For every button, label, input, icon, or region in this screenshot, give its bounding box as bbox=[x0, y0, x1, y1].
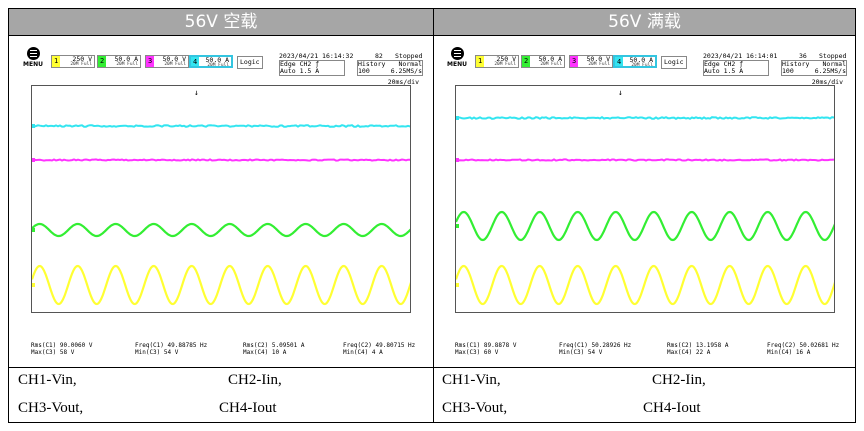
channel-3-button[interactable]: 3 50.0 V 20M Full bbox=[569, 55, 613, 68]
acquire-box[interactable]: History Normal 100 6.25MS/s bbox=[781, 60, 847, 76]
column-divider bbox=[433, 9, 434, 422]
channel-4-button[interactable]: 4 50.0 A 20M Full bbox=[189, 55, 233, 68]
channel-number: 3 bbox=[572, 58, 576, 64]
ch2-offset-marker bbox=[455, 224, 459, 228]
caption-divider bbox=[9, 367, 855, 368]
trigger-level: Auto 1.5 A bbox=[704, 68, 768, 75]
channel-bandwidth: 20M Full bbox=[70, 62, 92, 68]
measurement-rms-c2: Rms(C2) 13.1958 A Max(C4) 22 A bbox=[667, 342, 728, 356]
acquisition-count: 36 bbox=[799, 53, 807, 60]
ch3-offset-marker bbox=[31, 158, 35, 162]
ch3-vout-trace bbox=[32, 159, 411, 160]
channel-number: 1 bbox=[54, 58, 58, 64]
acquisition-count: 82 bbox=[375, 53, 383, 60]
channel-number: 1 bbox=[478, 58, 482, 64]
caption-ch1: CH1-Vin, bbox=[18, 372, 77, 389]
trigger-position-marker: ↓ bbox=[194, 88, 199, 97]
history-value: 100 bbox=[782, 67, 794, 75]
trigger-box[interactable]: Edge CH2 ƒ Auto 1.5 A bbox=[703, 60, 769, 76]
waveform-grid: ↓ bbox=[455, 85, 835, 313]
channel-bandwidth: 20M Full bbox=[540, 62, 562, 68]
measurement-freq-c2: Freq(C2) 50.02681 Hz Min(C4) 16 A bbox=[767, 342, 839, 356]
measurement-rms-c1: Rms(C1) 90.0060 V Max(C3) 58 V bbox=[31, 342, 92, 356]
ch4-iout-trace bbox=[32, 125, 411, 127]
ch1-vin-trace bbox=[456, 266, 835, 304]
menu-button[interactable]: MENU bbox=[21, 47, 45, 68]
menu-button[interactable]: MENU bbox=[445, 47, 469, 68]
caption-ch4: CH4-Iout bbox=[643, 400, 701, 417]
caption-ch4: CH4-Iout bbox=[219, 400, 277, 417]
ch1-offset-marker bbox=[31, 283, 35, 287]
sample-rate: 6.25MS/s bbox=[391, 68, 422, 75]
channel-number: 4 bbox=[617, 59, 621, 65]
ch4-offset-marker bbox=[455, 116, 459, 120]
measurement-rms-c1: Rms(C1) 89.8878 V Max(C3) 60 V bbox=[455, 342, 516, 356]
channel-number: 4 bbox=[193, 59, 197, 65]
ch2-iin-trace bbox=[32, 224, 411, 236]
channel-1-button[interactable]: 1 250 V 20M Full bbox=[51, 55, 95, 68]
trigger-level: Auto 1.5 A bbox=[280, 68, 344, 75]
acquisition-status: Stopped bbox=[819, 53, 846, 60]
logic-button[interactable]: Logic bbox=[237, 56, 263, 69]
scope-toolbar: MENU 1 250 V 20M Full 2 50.0 A 20M Full 3 50.0 V… bbox=[441, 41, 849, 77]
waveform-grid: ↓ bbox=[31, 85, 411, 313]
channel-number: 3 bbox=[148, 58, 152, 64]
trigger-box[interactable]: Edge CH2 ƒ Auto 1.5 A bbox=[279, 60, 345, 76]
caption-ch1: CH1-Vin, bbox=[442, 372, 501, 389]
ch1-vin-trace bbox=[32, 266, 411, 304]
history-value: 100 bbox=[358, 67, 370, 75]
measurement-rms-c2: Rms(C2) 5.09501 A Max(C4) 10 A bbox=[243, 342, 304, 356]
sample-rate: 6.25MS/s bbox=[815, 68, 846, 75]
menu-label: MENU bbox=[21, 61, 45, 68]
measurement-freq-c1: Freq(C1) 50.28926 Hz Min(C3) 54 V bbox=[559, 342, 631, 356]
channel-3-button[interactable]: 3 50.0 V 20M Full bbox=[145, 55, 189, 68]
channel-bandwidth: 20M Full bbox=[494, 62, 516, 68]
caption-ch2: CH2-Iin, bbox=[228, 372, 282, 389]
panel-title-no-load: 56V 空载 bbox=[9, 9, 433, 35]
scope-toolbar: MENU 1 250 V 20M Full 2 50.0 A 20M Full 3 50.0 V… bbox=[17, 41, 425, 77]
header-divider bbox=[9, 35, 855, 36]
menu-label: MENU bbox=[445, 61, 469, 68]
channel-bandwidth: 20M Full bbox=[207, 63, 229, 69]
caption-ch3: CH3-Vout, bbox=[18, 400, 83, 417]
acquisition-status: Stopped bbox=[395, 53, 422, 60]
channel-number: 2 bbox=[524, 58, 528, 64]
channel-2-button[interactable]: 2 50.0 A 20M Full bbox=[97, 55, 141, 68]
measurement-freq-c2: Freq(C2) 49.80715 Hz Min(C4) 4 A bbox=[343, 342, 415, 356]
ch4-offset-marker bbox=[31, 124, 35, 128]
channel-number: 2 bbox=[100, 58, 104, 64]
caption-ch2: CH2-Iin, bbox=[652, 372, 706, 389]
channel-bandwidth: 20M Full bbox=[631, 63, 653, 69]
channel-4-button[interactable]: 4 50.0 A 20M Full bbox=[613, 55, 657, 68]
panel-title-full-load: 56V 满载 bbox=[434, 9, 855, 35]
channel-bandwidth: 20M Full bbox=[116, 62, 138, 68]
channel-bandwidth: 20M Full bbox=[164, 62, 186, 68]
caption-ch3: CH3-Vout, bbox=[442, 400, 507, 417]
channel-1-button[interactable]: 1 250 V 20M Full bbox=[475, 55, 519, 68]
menu-icon bbox=[27, 47, 40, 60]
comparison-table: 56V 空载 56V 满载 MENU 1 250 V 20M Full 2 50.0 A2… bbox=[8, 8, 856, 423]
ch1-offset-marker bbox=[455, 283, 459, 287]
channel-2-button[interactable]: 2 50.0 A 20M Full bbox=[521, 55, 565, 68]
ch3-offset-marker bbox=[455, 158, 459, 162]
trigger-position-marker: ↓ bbox=[618, 88, 623, 97]
oscilloscope-screen-full-load: MENU 1 250 V 20M Full 2 50.0 A 20M Full 3 50.0 V… bbox=[441, 41, 849, 363]
ch2-iin-trace bbox=[456, 212, 835, 240]
logic-button[interactable]: Logic bbox=[661, 56, 687, 69]
acquire-box[interactable]: History Normal 100 6.25MS/s bbox=[357, 60, 423, 76]
oscilloscope-screen-no-load: MENU 1 250 V 20M Full 2 50.0 A 20M Full 3 50.0 V… bbox=[17, 41, 425, 363]
channel-bandwidth: 20M Full bbox=[588, 62, 610, 68]
ch4-iout-trace bbox=[456, 117, 835, 119]
ch2-offset-marker bbox=[31, 228, 35, 232]
menu-icon bbox=[451, 47, 464, 60]
measurement-freq-c1: Freq(C1) 49.88785 Hz Min(C3) 54 V bbox=[135, 342, 207, 356]
timestamp: 2023/04/21 16:14:01 bbox=[703, 53, 777, 60]
ch3-vout-trace bbox=[456, 159, 835, 160]
timestamp: 2023/04/21 16:14:32 bbox=[279, 53, 353, 60]
